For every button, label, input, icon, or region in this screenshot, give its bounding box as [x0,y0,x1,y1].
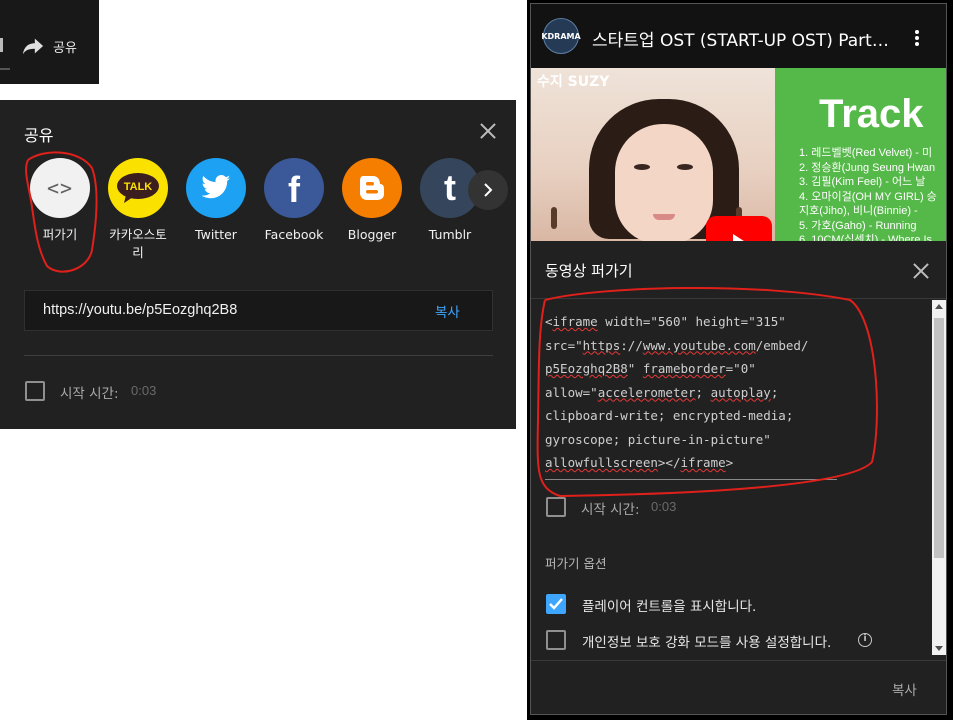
share-target-kakaostory[interactable]: TALK 카카오스토 리 [99,158,177,262]
start-time-label: 시작 시간: [60,386,119,402]
thumbnail-mouth [653,214,675,220]
share-target-label-line1: 카카오스토 [109,227,167,242]
track-item: 2. 정승환(Jung Seung Hwan [799,161,936,174]
track-item: 지호(Jiho), 비니(Binnie) - [799,205,918,217]
close-icon[interactable] [478,121,498,141]
code-line: allowfullscreen></iframe> [545,455,734,470]
embed-code-icon: <> [30,158,90,218]
share-strip: 공유 [0,0,99,84]
privacy-mode-checkbox[interactable] [546,630,566,650]
track-item: 6. 10CM(십센치) - Where Is [799,234,933,241]
share-target-label: 카카오스토 리 [99,226,177,262]
start-time-value[interactable]: 0:03 [131,383,156,398]
scrollbar-thumb[interactable] [934,318,944,558]
embed-code-textarea[interactable]: <iframe width="560" height="315" src="ht… [545,310,837,480]
share-arrow-icon[interactable] [22,36,44,56]
privacy-mode-label: 개인정보 보호 강화 모드를 사용 설정합니다. [582,635,832,651]
more-vert-icon[interactable] [907,28,927,48]
tumblr-glyph: t [444,167,456,208]
embed-dialog-title: 동영상 퍼가기 [545,262,633,280]
channel-avatar[interactable]: KDRAMA [541,18,581,54]
share-target-label: Blogger [347,227,397,242]
thumbnail-earring [551,207,557,229]
share-dialog-title: 공유 [24,126,54,145]
thumbnail-face [615,124,713,241]
share-divider [24,355,493,356]
track-item: 1. 레드벨벳(Red Velvet) - 미 [799,147,933,159]
code-line: src="https://www.youtube.com/embed/ [545,337,809,353]
share-url-field[interactable]: https://youtu.be/p5Eozghq2B8 복사 [24,290,493,331]
video-preview[interactable]: 수지 SUZY Track 1. 레드벨벳(Red Velvet) - 미 2.… [531,4,946,241]
facebook-icon: f [264,158,324,218]
next-targets-button[interactable] [468,170,508,210]
code-line: clipboard-write; encrypted-media; [545,408,794,423]
code-line: allow="accelerometer; autoplay; [545,384,779,400]
share-target-twitter[interactable]: Twitter [177,158,255,244]
channel-badge-text: KDRAMA [541,31,581,41]
kakao-bubble-icon: TALK [117,173,159,203]
start-time-checkbox[interactable] [25,381,45,401]
share-target-blogger[interactable]: Blogger [333,158,411,244]
embed-start-time-label: 시작 시간: [581,502,640,518]
blogger-icon [342,158,402,218]
embed-start-time-value[interactable]: 0:03 [651,499,676,514]
info-icon[interactable]: i [858,633,872,647]
thumbnail-eye [677,164,693,170]
track-item: 5. 가호(Gaho) - Running [799,219,917,232]
share-target-label: Tumblr [428,227,472,242]
thumbnail-singer: 수지 SUZY [537,74,610,90]
share-target-label-line2: 리 [132,245,144,260]
track-item: 4. 오마이걸(OH MY GIRL) 승 [799,190,937,203]
share-target-facebook[interactable]: f Facebook [255,158,333,244]
thumbnail-track-title: Track [819,92,924,136]
video-title[interactable]: 스타트업 OST (START-UP OST) Part ... [592,26,892,51]
code-line: gyroscope; picture-in-picture" [545,431,771,447]
scroll-down-arrow-icon[interactable] [935,646,943,651]
share-target-label: 퍼가기 [42,227,78,242]
thumbnail-eye [634,164,650,170]
track-item: 3. 김필(Kim Feel) - 어느 날 [799,176,926,188]
chevron-right-icon [484,183,493,197]
show-controls-label: 플레이어 컨트롤을 표시합니다. [582,599,757,615]
copy-embed-button[interactable]: 복사 [892,679,917,699]
embed-dialog-footer: 복사 [531,660,946,714]
embed-glyph: <> [46,176,74,200]
play-button-icon[interactable] [706,216,772,241]
embed-start-time-checkbox[interactable] [546,497,566,517]
share-strip-label[interactable]: 공유 [53,37,77,56]
share-target-label: Twitter [195,227,237,242]
twitter-bird-icon [186,158,246,218]
embed-options-title: 퍼가기 옵션 [545,556,607,571]
code-line: p5Eozghq2B8" frameborder="0" [545,361,756,376]
code-line: <iframe width="560" height="315" [545,314,786,329]
scroll-up-arrow-icon[interactable] [935,304,943,309]
share-dialog: 공유 <> 퍼가기 TALK 카카오스토 리 Twitter f Faceboo… [0,100,516,429]
show-controls-checkbox[interactable] [546,594,566,614]
share-target-label: Facebook [264,227,324,242]
thumbnail-tracklist: 1. 레드벨벳(Red Velvet) - 미 2. 정승환(Jung Seun… [799,146,937,241]
share-targets: <> 퍼가기 TALK 카카오스토 리 Twitter f Facebook B… [18,158,488,268]
kakao-talk-icon: TALK [108,158,168,218]
strip-edge [0,38,3,52]
embed-dialog-header: 동영상 퍼가기 [531,241,946,299]
check-icon [549,598,563,610]
share-url-text[interactable]: https://youtu.be/p5Eozghq2B8 [43,302,237,318]
video-title-bar: KDRAMA 스타트업 OST (START-UP OST) Part ... [531,4,946,68]
facebook-glyph: f [288,169,300,210]
close-icon[interactable] [911,261,931,281]
share-target-embed[interactable]: <> 퍼가기 [21,158,99,244]
strip-underline [0,68,10,70]
kakao-glyph: TALK [124,181,153,193]
embed-scrollbar[interactable] [932,300,946,655]
embed-dialog: 수지 SUZY Track 1. 레드벨벳(Red Velvet) - 미 2.… [530,3,947,715]
copy-url-button[interactable]: 복사 [435,301,460,321]
embed-panel: 수지 SUZY Track 1. 레드벨벳(Red Velvet) - 미 2.… [527,0,953,720]
